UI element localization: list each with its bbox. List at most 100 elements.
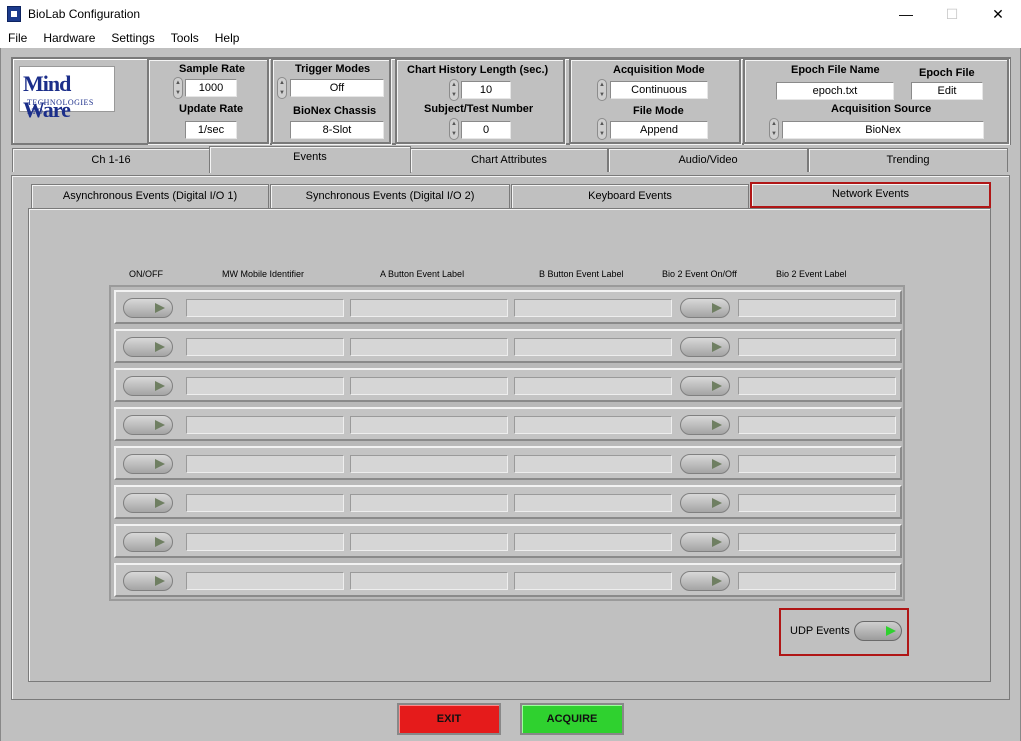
a-button-label-field[interactable] [350,455,508,473]
menu-help[interactable]: Help [207,28,248,48]
udp-events-group: UDP Events [779,608,909,656]
menu-settings[interactable]: Settings [103,28,162,48]
bio2-event-label-field[interactable] [738,533,896,551]
b-button-label-field[interactable] [514,416,672,434]
b-button-label-field[interactable] [514,533,672,551]
bio2-event-label-field[interactable] [738,494,896,512]
chart-history-spinner[interactable]: ▲ ▼ [449,79,459,101]
acquire-button[interactable]: ACQUIRE [520,703,624,735]
bio2-on-off-toggle[interactable] [680,298,730,318]
bio2-on-off-toggle[interactable] [680,454,730,474]
update-rate-label: Update Rate [179,103,244,115]
a-button-label-field[interactable] [350,533,508,551]
sample-rate-field[interactable]: 1000 [185,79,237,97]
sample-rate-spinner[interactable]: ▲ ▼ [173,77,183,99]
logo-sub-text: TECHNOLOGIES LTD. [27,98,94,116]
close-button[interactable]: ✕ [975,0,1021,28]
tab-chart-attributes[interactable]: Chart Attributes [410,148,608,172]
b-button-label-field[interactable] [514,338,672,356]
subtab-keyboard-events[interactable]: Keyboard Events [511,184,749,208]
b-button-label-field[interactable] [514,572,672,590]
mindware-logo: Mind Ware TECHNOLOGIES LTD. [19,66,115,122]
acquisition-source-spinner[interactable]: ▲ ▼ [769,118,779,140]
menu-hardware[interactable]: Hardware [35,28,103,48]
subject-test-spinner[interactable]: ▲ ▼ [449,118,459,140]
tab-events[interactable]: Events [209,146,411,173]
acquisition-mode-label: Acquisition Mode [613,64,705,76]
epoch-file-edit-button[interactable]: Edit [911,82,983,100]
b-button-label-field[interactable] [514,377,672,395]
chart-history-field[interactable]: 10 [461,81,511,99]
epoch-file-name-field[interactable]: epoch.txt [776,82,894,100]
bio2-on-off-toggle[interactable] [680,337,730,357]
udp-events-toggle[interactable] [854,621,902,641]
acquisition-source-field[interactable]: BioNex [782,121,984,139]
row-on-off-toggle[interactable] [123,571,173,591]
a-button-label-field[interactable] [350,416,508,434]
maximize-button[interactable]: ☐ [929,0,975,28]
file-mode-spinner[interactable]: ▲ ▼ [597,118,607,140]
row-on-off-toggle[interactable] [123,298,173,318]
minimize-button[interactable]: — [883,0,929,28]
bionex-chassis-field[interactable]: 8-Slot [290,121,384,139]
bio2-event-label-field[interactable] [738,338,896,356]
tab-trending[interactable]: Trending [808,148,1008,172]
bio2-event-label-field[interactable] [738,455,896,473]
a-button-label-field[interactable] [350,299,508,317]
b-button-label-field[interactable] [514,299,672,317]
acquisition-mode-spinner[interactable]: ▲ ▼ [597,79,607,101]
mw-mobile-id-field[interactable] [186,299,344,317]
tab-audio-video[interactable]: Audio/Video [608,148,808,172]
bio2-on-off-toggle[interactable] [680,415,730,435]
row-on-off-toggle[interactable] [123,454,173,474]
row-on-off-toggle[interactable] [123,493,173,513]
bio2-event-label-field[interactable] [738,572,896,590]
trigger-modes-field[interactable]: Off [290,79,384,97]
mw-mobile-id-field[interactable] [186,416,344,434]
row-on-off-toggle[interactable] [123,337,173,357]
bio2-event-label-field[interactable] [738,377,896,395]
row-on-off-toggle[interactable] [123,415,173,435]
a-button-label-field[interactable] [350,377,508,395]
a-button-label-field[interactable] [350,338,508,356]
mw-mobile-id-field[interactable] [186,455,344,473]
tab-ch-1-16[interactable]: Ch 1-16 [12,148,210,172]
table-row [114,563,902,597]
subtab-network-events[interactable]: Network Events [750,182,991,208]
col-header-mw-mobile-identifier: MW Mobile Identifier [222,269,305,279]
file-mode-field[interactable]: Append [610,121,708,139]
a-button-label-field[interactable] [350,572,508,590]
app-icon [7,6,21,22]
b-button-label-field[interactable] [514,494,672,512]
trigger-modes-spinner[interactable]: ▲ ▼ [277,77,287,99]
bio2-on-off-toggle[interactable] [680,571,730,591]
bio2-on-off-toggle[interactable] [680,493,730,513]
mw-mobile-id-field[interactable] [186,572,344,590]
bio2-event-label-field[interactable] [738,299,896,317]
bio2-on-off-toggle[interactable] [680,532,730,552]
subtab-asynchronous-events[interactable]: Asynchronous Events (Digital I/O 1) [31,184,269,208]
bio2-on-off-toggle[interactable] [680,376,730,396]
b-button-label-field[interactable] [514,455,672,473]
acquisition-mode-field[interactable]: Continuous [610,81,708,99]
mw-mobile-id-field[interactable] [186,377,344,395]
mw-mobile-id-field[interactable] [186,338,344,356]
col-header-a-button-event-label: A Button Event Label [380,269,465,279]
col-header-on-off: ON/OFF [129,269,163,279]
table-row [114,407,902,441]
subject-test-field[interactable]: 0 [461,121,511,139]
sample-rate-label: Sample Rate [179,63,246,75]
a-button-label-field[interactable] [350,494,508,512]
update-rate-field[interactable]: 1/sec [185,121,237,139]
mw-mobile-id-field[interactable] [186,533,344,551]
bio2-event-label-field[interactable] [738,416,896,434]
subtab-synchronous-events[interactable]: Synchronous Events (Digital I/O 2) [270,184,510,208]
epoch-group: Epoch File Name epoch.txt Epoch File Edi… [743,58,1009,144]
row-on-off-toggle[interactable] [123,532,173,552]
row-on-off-toggle[interactable] [123,376,173,396]
mw-mobile-id-field[interactable] [186,494,344,512]
menu-tools[interactable]: Tools [163,28,207,48]
udp-events-label: UDP Events [790,625,850,637]
exit-button[interactable]: EXIT [397,703,501,735]
menu-file[interactable]: File [0,28,35,48]
